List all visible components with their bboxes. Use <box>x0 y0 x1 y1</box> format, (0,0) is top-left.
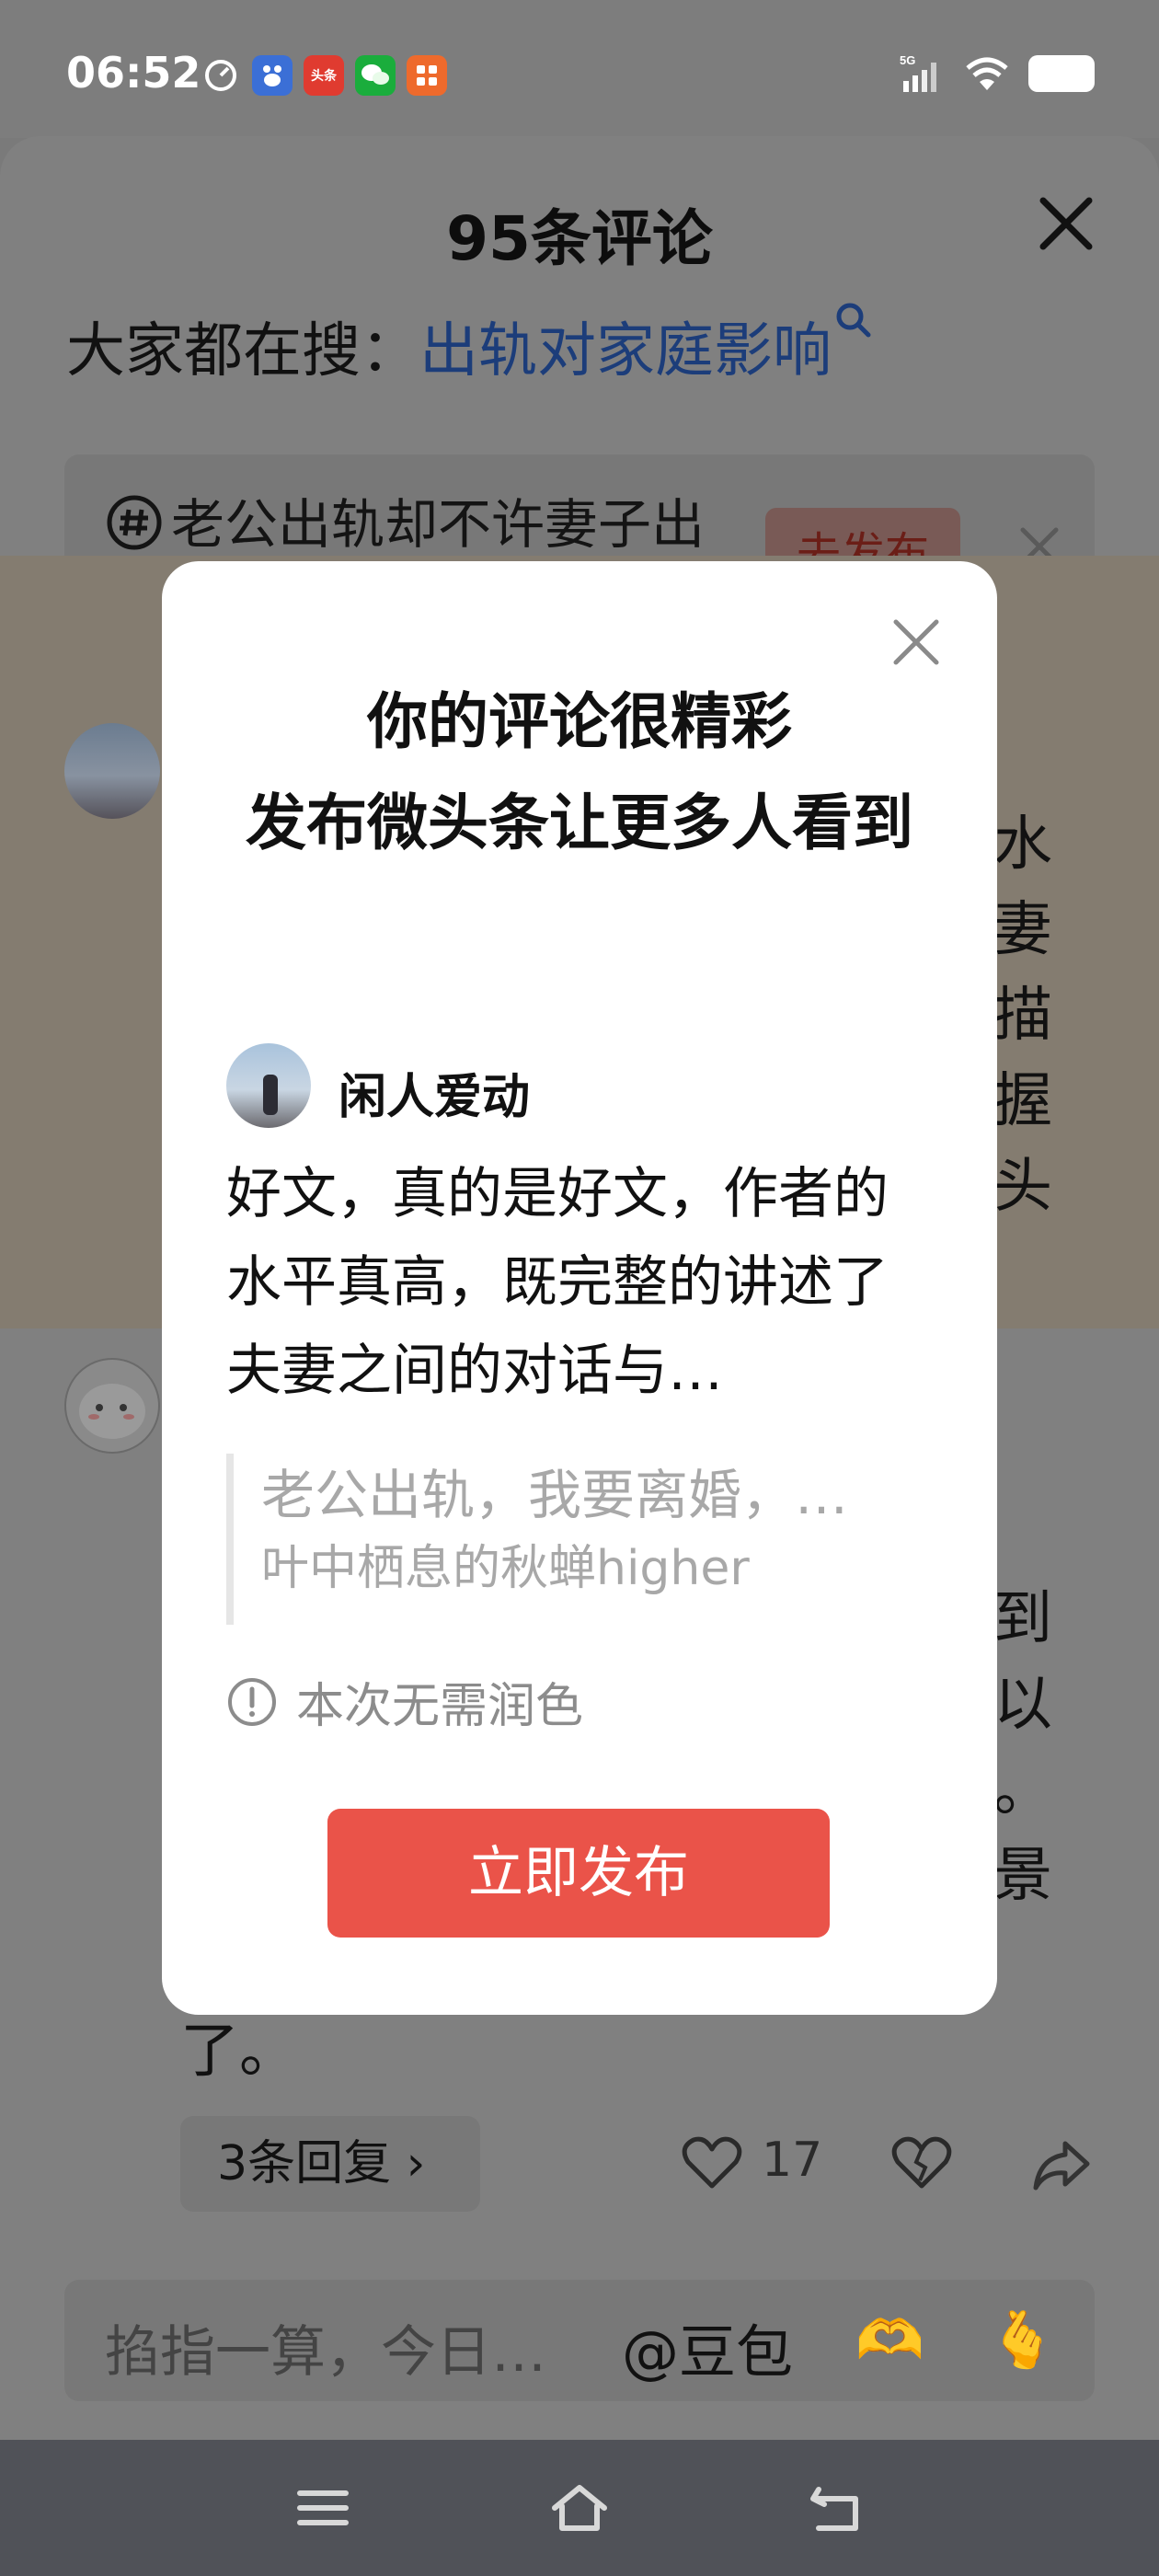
close-icon[interactable] <box>1034 191 1098 256</box>
quoted-article-title: 老公出轨，我要离婚，… <box>261 1464 849 1526</box>
polish-notice: 本次无需润色 <box>226 1667 583 1736</box>
comments-title: 95条评论 <box>446 203 713 274</box>
publish-dialog: 你的评论很精彩 发布微头条让更多人看到 闲人爱动 好文，真的是好文，作者的水平真… <box>162 561 997 2015</box>
trending-search[interactable]: 大家都在搜：出轨对家庭影响 <box>66 303 874 388</box>
comment-text-fragment: 握 <box>993 1067 1052 1135</box>
quoted-article-author: 叶中栖息的秋蝉higher <box>261 1541 750 1596</box>
emoji-face-icon <box>79 1384 145 1439</box>
home-icon[interactable] <box>547 2480 612 2536</box>
close-icon[interactable] <box>890 616 942 668</box>
topic-text: 老公出轨却不许妻子出 <box>105 489 730 559</box>
polish-notice-text: 本次无需润色 <box>296 1679 584 1734</box>
comment-text-fragment: 妻 <box>993 896 1052 964</box>
like-icon[interactable] <box>681 2134 743 2191</box>
search-icon <box>836 303 871 338</box>
hashtag-icon <box>107 495 162 550</box>
dislike-icon[interactable] <box>890 2134 953 2191</box>
svg-text:5G: 5G <box>900 53 915 67</box>
battery-icon <box>1028 55 1095 92</box>
menu-icon[interactable] <box>291 2480 355 2536</box>
trending-search-prefix: 大家都在搜： <box>66 317 419 385</box>
mention-doubao-button[interactable]: @豆包 <box>622 2306 793 2388</box>
view-replies-button[interactable]: 3条回复 › <box>180 2116 480 2212</box>
dialog-title: 你的评论很精彩 发布微头条让更多人看到 <box>217 672 942 874</box>
comment-text-fragment: 以 <box>993 1671 1052 1739</box>
cellular-signal-icon: 5G <box>900 53 936 92</box>
comment-text-fragment: 到 <box>993 1585 1052 1653</box>
comment-text-fragment: 景 <box>993 1842 1052 1910</box>
comment-text-fragment: 水 <box>993 811 1052 879</box>
wifi-icon <box>966 57 1008 90</box>
comment-input[interactable]: 掐指一算，今日… @豆包 🫶 🫰 <box>64 2280 1095 2401</box>
app-icon <box>407 55 447 96</box>
comment-text-end: 了。 <box>180 2018 298 2086</box>
username: 闲人爱动 <box>339 1070 531 1125</box>
comment-text-fragment: 。 <box>993 1756 1052 1824</box>
system-nav-bar <box>0 2440 1159 2576</box>
quoted-article: 老公出轨，我要离婚，… 叶中栖息的秋蝉higher <box>226 1454 916 1625</box>
dialog-title-line2: 发布微头条让更多人看到 <box>246 788 913 858</box>
comment-preview: 好文，真的是好文，作者的水平真高，既完整的讲述了夫妻之间的对话与… <box>226 1162 889 1403</box>
baidu-icon <box>252 55 293 96</box>
status-app-icons: 头条 <box>201 55 447 96</box>
comment-text-fragment: 描 <box>993 982 1052 1050</box>
emoji-button[interactable]: 🫶 <box>855 2307 924 2373</box>
publish-now-button[interactable]: 立即发布 <box>327 1809 830 1938</box>
timer-icon <box>201 55 241 96</box>
avatar[interactable] <box>64 1358 160 1454</box>
avatar[interactable] <box>64 723 160 819</box>
back-icon[interactable] <box>804 2480 868 2536</box>
status-time: 06:52 <box>66 48 201 98</box>
toutiao-icon: 头条 <box>304 55 344 96</box>
info-icon <box>228 1677 276 1726</box>
status-bar: 06:52 头条 5G <box>0 0 1159 138</box>
emoji-button[interactable]: 🫰 <box>988 2307 1057 2373</box>
like-count: 17 <box>762 2133 823 2188</box>
wechat-icon <box>355 55 396 96</box>
comment-text-fragment: 头 <box>993 1153 1052 1221</box>
trending-search-keyword[interactable]: 出轨对家庭影响 <box>419 317 832 385</box>
share-icon[interactable] <box>1028 2131 1095 2197</box>
comment-input-placeholder: 掐指一算，今日… <box>105 2320 546 2385</box>
avatar <box>226 1043 311 1128</box>
dialog-title-line1: 你的评论很精彩 <box>367 686 792 757</box>
status-right: 5G <box>900 53 1095 94</box>
